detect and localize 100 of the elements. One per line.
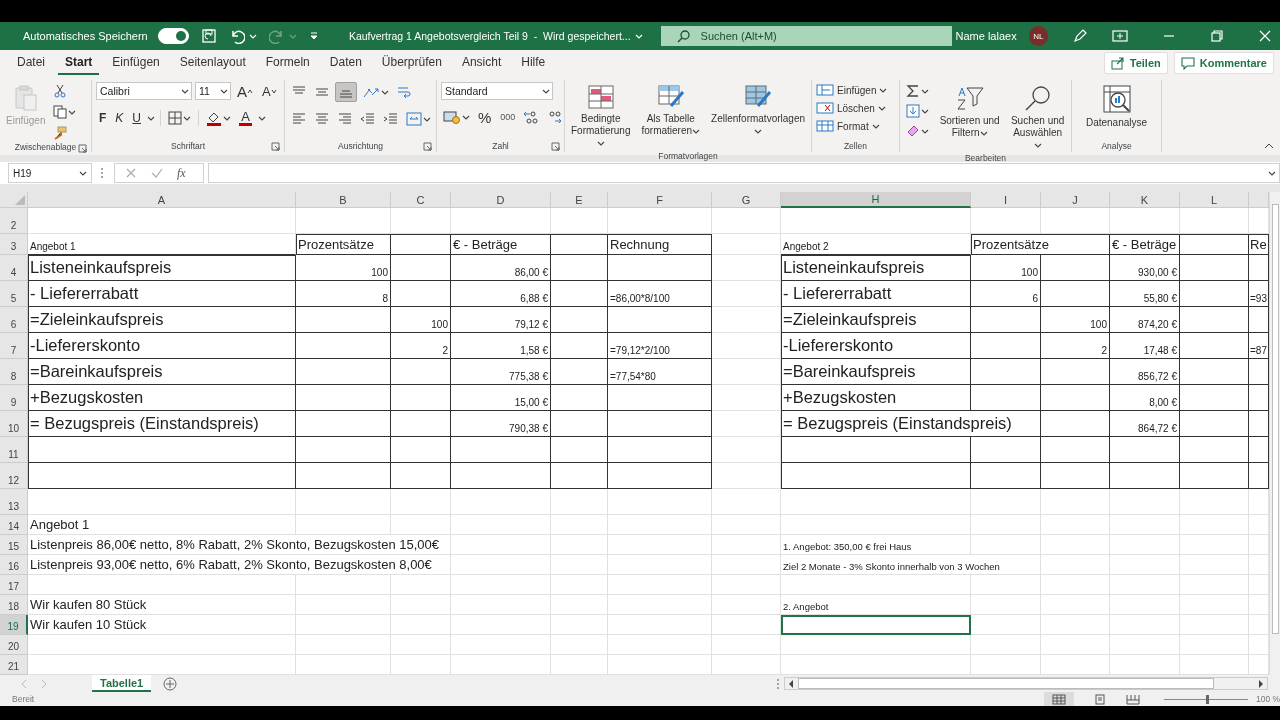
- caret-icon[interactable]: [921, 127, 929, 135]
- spreadsheet-cell[interactable]: [296, 307, 391, 333]
- caret-icon[interactable]: [181, 87, 189, 95]
- scroll-left-icon[interactable]: [787, 678, 795, 689]
- spreadsheet-cell[interactable]: 100: [1041, 307, 1110, 333]
- spreadsheet-cell[interactable]: 864,72 €: [1110, 411, 1180, 437]
- spreadsheet-cell[interactable]: 790,38 €: [451, 411, 551, 437]
- spreadsheet-cell[interactable]: 6: [971, 281, 1041, 307]
- caret-icon[interactable]: [979, 129, 988, 137]
- spreadsheet-cell[interactable]: 8,00 €: [1110, 385, 1180, 411]
- spreadsheet-cell[interactable]: [551, 385, 608, 411]
- font-color-button[interactable]: A: [236, 109, 256, 127]
- row-header[interactable]: 7: [0, 333, 28, 359]
- thousands-button[interactable]: 000: [497, 108, 519, 126]
- spreadsheet-cell[interactable]: 55,80 €: [1110, 281, 1180, 307]
- caret-icon[interactable]: [692, 127, 701, 135]
- spreadsheet-cell[interactable]: [608, 411, 712, 437]
- spreadsheet-cell[interactable]: [781, 437, 971, 463]
- spreadsheet-cell[interactable]: = Bezugspreis (Einstandspreis): [28, 411, 296, 437]
- spreadsheet-cell[interactable]: =Bareinkaufspreis: [781, 359, 971, 385]
- spreadsheet-cell[interactable]: - Liefererrabatt: [781, 281, 971, 307]
- pen-icon[interactable]: [1072, 28, 1088, 44]
- decrease-indent-icon[interactable]: [360, 112, 376, 126]
- spreadsheet-cell[interactable]: = Bezugspreis (Einstandspreis): [781, 411, 1041, 437]
- spreadsheet-cell[interactable]: [1180, 411, 1249, 437]
- number-format-field[interactable]: Standard: [441, 82, 553, 100]
- spreadsheet-cell[interactable]: [391, 463, 451, 489]
- increase-decimal-icon[interactable]: [523, 110, 540, 124]
- row-header[interactable]: 16: [0, 555, 28, 575]
- spreadsheet-cell[interactable]: Angebot 1: [28, 234, 296, 255]
- column-header[interactable]: J: [1041, 192, 1110, 208]
- spreadsheet-cell[interactable]: 930,00 €: [1110, 255, 1180, 281]
- fill-color-icon[interactable]: [206, 110, 223, 126]
- ribbon-button[interactable]: Als Tabelle formatieren: [636, 82, 706, 139]
- restore-icon[interactable]: [1210, 29, 1224, 43]
- caret-icon[interactable]: [542, 87, 550, 95]
- spreadsheet-cell[interactable]: [551, 333, 608, 359]
- spreadsheet-cell[interactable]: [971, 437, 1041, 463]
- normal-view-button[interactable]: [1044, 692, 1074, 706]
- column-header[interactable]: F: [608, 192, 712, 208]
- row-header[interactable]: 13: [0, 489, 28, 515]
- ribbon-display-icon[interactable]: [1112, 29, 1128, 43]
- spreadsheet-cell[interactable]: Rechnung: [608, 234, 712, 255]
- horizontal-scrollbar[interactable]: [784, 677, 1268, 690]
- spreadsheet-cell[interactable]: [1180, 281, 1249, 307]
- caret-icon[interactable]: [921, 87, 929, 95]
- spreadsheet-cell[interactable]: 775,38 €: [451, 359, 551, 385]
- wrap-text-icon[interactable]: [396, 84, 412, 100]
- spreadsheet-cell[interactable]: -Liefererskonto: [28, 333, 296, 359]
- row-header[interactable]: 3: [0, 234, 28, 255]
- borders-icon[interactable]: [168, 111, 183, 125]
- save-icon[interactable]: [200, 28, 217, 44]
- spreadsheet-cell[interactable]: [451, 437, 551, 463]
- bold-button[interactable]: F: [96, 109, 110, 127]
- search-field[interactable]: Suchen (Alt+M): [660, 26, 952, 46]
- spreadsheet-cell[interactable]: [971, 359, 1041, 385]
- caret-icon[interactable]: [871, 122, 880, 130]
- column-header[interactable]: A: [28, 192, 296, 208]
- sheet-tab[interactable]: Tabelle1: [92, 675, 152, 692]
- caret-icon[interactable]: [921, 107, 929, 115]
- align-middle-icon[interactable]: [314, 85, 330, 99]
- spreadsheet-cell[interactable]: [391, 411, 451, 437]
- menu-tab[interactable]: Seitenlayout: [172, 51, 253, 75]
- column-header[interactable]: [1249, 192, 1269, 208]
- spreadsheet-cell[interactable]: [391, 359, 451, 385]
- spreadsheet-cell[interactable]: [1041, 385, 1110, 411]
- spreadsheet-cell[interactable]: 100: [971, 255, 1041, 281]
- spreadsheet-cell[interactable]: [1180, 234, 1249, 255]
- add-sheet-icon[interactable]: [163, 676, 178, 691]
- grow-font-button[interactable]: A: [234, 82, 256, 100]
- dialog-launcher-icon[interactable]: [78, 144, 87, 153]
- spreadsheet-cell[interactable]: [971, 385, 1041, 411]
- spreadsheet-cell[interactable]: [296, 411, 391, 437]
- ribbon-button[interactable]: Bedingte Formatierung: [569, 82, 633, 151]
- user-avatar[interactable]: NL: [1028, 26, 1048, 46]
- spreadsheet-cell[interactable]: [551, 359, 608, 385]
- align-center-icon[interactable]: [314, 112, 330, 126]
- spreadsheet-cell[interactable]: 100: [391, 307, 451, 333]
- dialog-launcher-icon[interactable]: [271, 142, 280, 151]
- caret-icon[interactable]: [183, 114, 192, 122]
- spreadsheet-cell[interactable]: 2. Angebot: [781, 595, 971, 615]
- spreadsheet-cell[interactable]: =93: [1249, 281, 1269, 307]
- comments-button[interactable]: Kommentare: [1173, 52, 1274, 74]
- column-header[interactable]: D: [451, 192, 551, 208]
- row-header[interactable]: 15: [0, 535, 28, 555]
- vertical-scrollbar[interactable]: [1269, 192, 1280, 675]
- row-header[interactable]: 18: [0, 595, 28, 615]
- spreadsheet-cell[interactable]: - Liefererrabatt: [28, 281, 296, 307]
- caret-icon[interactable]: [79, 169, 87, 177]
- ribbon-button[interactable]: Format: [816, 118, 888, 134]
- spreadsheet-cell[interactable]: [781, 463, 971, 489]
- document-title[interactable]: Kaufvertrag 1 Angebotsvergleich Teil 9 - Wird gespeichert...: [348, 30, 631, 42]
- spreadsheet-cell[interactable]: Angebot 1: [28, 515, 296, 535]
- column-header[interactable]: C: [391, 192, 451, 208]
- align-right-icon[interactable]: [337, 112, 353, 126]
- spreadsheet-cell[interactable]: [1249, 463, 1269, 489]
- row-header[interactable]: 6: [0, 307, 28, 333]
- spreadsheet-cell[interactable]: [551, 255, 608, 281]
- spreadsheet-cell[interactable]: [1180, 359, 1249, 385]
- spreadsheet-cell[interactable]: [551, 281, 608, 307]
